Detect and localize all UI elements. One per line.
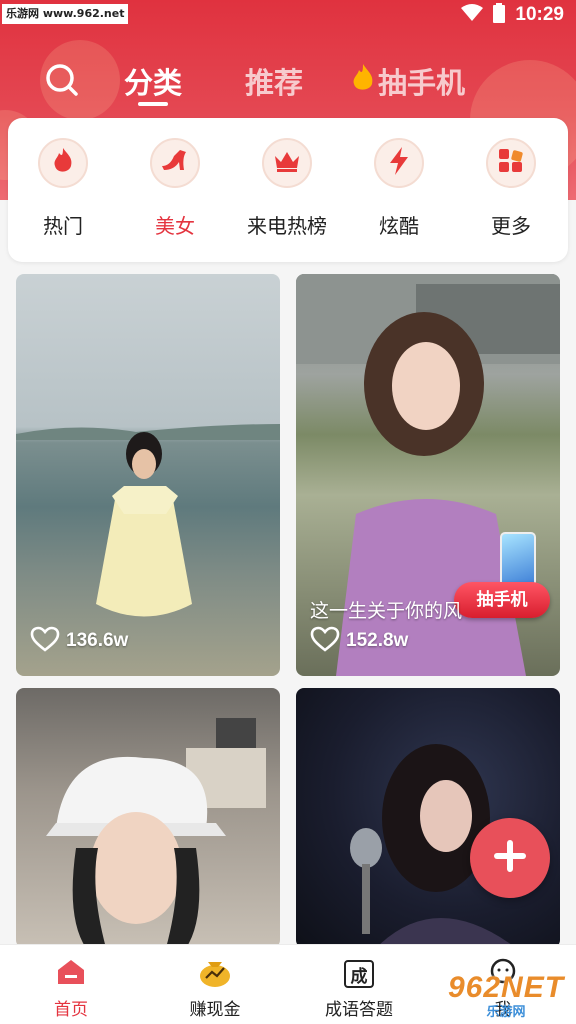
- category-beauty[interactable]: 美女: [120, 138, 230, 239]
- search-button[interactable]: [42, 60, 82, 100]
- high-heel-icon: [160, 148, 190, 178]
- nav-earn-cash[interactable]: 赚现金: [160, 957, 270, 1020]
- category-label: 炫酷: [379, 214, 419, 238]
- category-cool[interactable]: 炫酷: [344, 138, 454, 239]
- nav-home[interactable]: 首页: [16, 957, 126, 1020]
- like-row: 136.6w: [30, 626, 128, 656]
- brand-watermark: 962NET 乐游网: [440, 968, 572, 1022]
- flame-icon: [51, 147, 75, 179]
- grid-icon: [498, 148, 524, 178]
- category-label: 美女: [155, 214, 195, 238]
- status-bar: 乐游网 www.962.net 10:29: [0, 0, 576, 30]
- video-card[interactable]: 抽手机 这一生关于你的风 152.8w: [296, 274, 560, 676]
- nav-label: 首页: [54, 1000, 88, 1020]
- idiom-quiz-icon: 成: [344, 960, 374, 988]
- video-card[interactable]: [296, 688, 560, 948]
- draw-phone-badge[interactable]: 抽手机: [454, 582, 550, 618]
- tab-draw-phone[interactable]: 抽手机: [350, 60, 465, 102]
- category-label: 热门: [43, 214, 83, 238]
- tab-recommend[interactable]: 推荐: [245, 60, 303, 102]
- search-icon: [42, 64, 82, 104]
- category-label: 来电热榜: [247, 214, 327, 238]
- heart-icon[interactable]: [30, 626, 60, 656]
- add-button[interactable]: [470, 818, 550, 898]
- plus-icon: [492, 838, 528, 878]
- bottom-nav: 首页 赚现金 成 成语答题 我 962NET 乐游网: [0, 944, 576, 1024]
- nav-label: 赚现金: [189, 1000, 241, 1020]
- nav-label: 成语答题: [325, 1000, 393, 1020]
- crown-icon: [273, 150, 301, 176]
- flame-icon: [350, 62, 376, 101]
- brand-watermark-big: 962NET: [447, 970, 565, 1004]
- like-row: 152.8w: [310, 626, 408, 656]
- video-card[interactable]: 136.6w: [16, 274, 280, 676]
- lightning-icon: [388, 146, 410, 180]
- video-caption: 这一生关于你的风: [310, 600, 463, 622]
- money-bag-icon: [198, 956, 232, 992]
- top-nav: 分类 推荐 抽手机: [0, 52, 576, 112]
- brand-watermark-small: 乐游网: [486, 1004, 526, 1020]
- heart-icon[interactable]: [310, 626, 340, 656]
- video-card[interactable]: [16, 688, 280, 948]
- home-icon: [56, 958, 86, 990]
- like-count: 136.6w: [66, 630, 129, 651]
- video-thumbnail: [46, 718, 266, 948]
- video-thumbnail: [16, 424, 280, 617]
- battery-icon: [493, 3, 506, 27]
- category-card: 热门 美女 来电热榜 炫酷 更多: [8, 118, 568, 262]
- clock: 10:29: [515, 4, 564, 25]
- category-hot-chart[interactable]: 来电热榜: [232, 138, 342, 239]
- category-label: 更多: [491, 214, 531, 238]
- tab-category[interactable]: 分类: [124, 60, 182, 102]
- tab-draw-phone-label: 抽手机: [378, 66, 466, 100]
- category-more[interactable]: 更多: [456, 138, 566, 239]
- nav-idiom-quiz[interactable]: 成 成语答题: [304, 957, 414, 1020]
- site-watermark: 乐游网 www.962.net: [2, 4, 129, 24]
- video-thumbnail: [350, 744, 516, 948]
- category-hot[interactable]: 热门: [8, 138, 118, 239]
- like-count: 152.8w: [346, 630, 409, 651]
- active-tab-indicator: [138, 102, 168, 106]
- wifi-icon: [461, 4, 484, 26]
